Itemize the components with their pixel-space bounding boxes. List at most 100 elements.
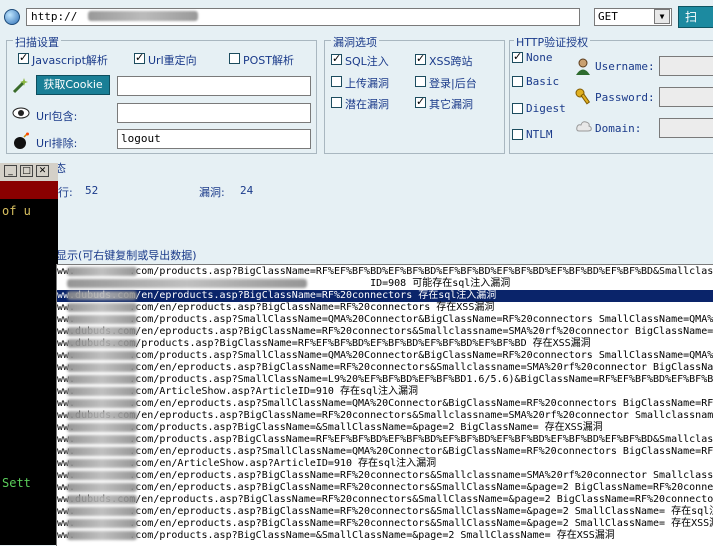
result-row-text: ww. .com/en/eproducts.asp?BigClassName=R… xyxy=(57,362,713,373)
magic-wand-icon xyxy=(12,78,28,94)
result-row[interactable]: ww. .com/en/eproducts.asp?BigClassName=R… xyxy=(57,518,713,530)
auth-digest-label: Digest xyxy=(526,102,566,115)
console-titlebar[interactable]: _ □ ✕ xyxy=(0,163,58,182)
login-checkbox[interactable] xyxy=(415,76,426,87)
result-row[interactable]: ww. .com/en/eproducts.asp?BigClassName=R… xyxy=(57,362,713,374)
result-row-text: ww. .com/en/eproducts.asp?BigClassName=R… xyxy=(57,470,713,481)
result-row[interactable]: ww. .com/ArticleShow.asp?ArticleID=910 存… xyxy=(57,386,713,398)
username-label: Username: xyxy=(595,60,655,73)
auth-basic-checkbox[interactable] xyxy=(512,76,523,87)
result-row[interactable]: ww.dubuds.com/en/eproducts.asp?BigClassN… xyxy=(57,326,713,338)
result-row[interactable]: ww. .com/products.asp?BigClassName=&Smal… xyxy=(57,422,713,434)
xss-checkbox[interactable] xyxy=(415,52,426,65)
redacted-domain xyxy=(67,387,137,396)
console-text-2: Sett xyxy=(2,476,31,490)
auth-none-label: None xyxy=(526,51,553,64)
result-row[interactable]: ww. .com/products.asp?BigClassName=RF%EF… xyxy=(57,434,713,446)
console-text-1: of u xyxy=(2,204,31,218)
result-row[interactable]: ID=908 可能存在sql注入漏洞 xyxy=(57,278,713,290)
result-row[interactable]: ww. .com/en/eproducts.asp?SmallClassName… xyxy=(57,446,713,458)
latent-checkbox[interactable] xyxy=(331,97,342,108)
vuln-options-legend: 漏洞选项 xyxy=(331,34,379,50)
key-icon xyxy=(575,88,591,105)
scan-settings-legend: 扫描设置 xyxy=(13,34,61,50)
url-redirect-label: Url重定向 xyxy=(148,54,197,67)
result-row-text: ww.dubuds.com/en/eproducts.asp?BigClassN… xyxy=(57,326,713,337)
vulns-label: 漏洞: xyxy=(199,186,225,199)
redacted-domain xyxy=(67,327,137,336)
redacted-domain xyxy=(67,423,137,432)
redacted-domain xyxy=(67,351,137,360)
password-input[interactable] xyxy=(659,87,713,107)
result-row-text: ww. .com/en/eproducts.asp?BigClassName=R… xyxy=(57,518,713,529)
result-row[interactable]: ww. .com/en/eproducts.asp?BigClassName=R… xyxy=(57,302,713,314)
post-parse-checkbox[interactable] xyxy=(229,53,240,64)
redacted-domain xyxy=(67,303,137,312)
result-row[interactable]: ww. .com/products.asp?BigClassName=RF%EF… xyxy=(57,266,713,278)
result-row[interactable]: ww.dubuds.com/en/eproducts.asp?BigClassN… xyxy=(57,494,713,506)
auth-none-checkbox[interactable] xyxy=(512,50,523,63)
domain-input[interactable] xyxy=(659,118,713,138)
result-row[interactable]: ww. .com/en/eproducts.asp?BigClassName=R… xyxy=(57,506,713,518)
result-row[interactable]: ww. .com/products.asp?SmallClassName=QMA… xyxy=(57,314,713,326)
close-icon[interactable]: ✕ xyxy=(36,165,49,177)
result-row[interactable]: ww.dubuds.com/en/eproducts.asp?BigClassN… xyxy=(57,290,713,302)
result-row[interactable]: ww.dubuds.com/products.asp?BigClassName=… xyxy=(57,338,713,350)
result-row-text: ww. .com/en/eproducts.asp?SmallClassName… xyxy=(57,398,713,409)
result-row[interactable]: ww. .com/en/eproducts.asp?BigClassName=R… xyxy=(57,470,713,482)
auth-digest-checkbox[interactable] xyxy=(512,103,523,114)
redacted-domain xyxy=(67,519,137,528)
redacted-domain xyxy=(67,375,137,384)
redacted-domain xyxy=(67,483,137,492)
result-row[interactable]: ww.dubuds.com/en/eproducts.asp?BigClassN… xyxy=(57,410,713,422)
result-row-text: ww. .com/en/eproducts.asp?BigClassName=R… xyxy=(57,506,713,517)
get-cookie-button[interactable]: 获取Cookie xyxy=(36,75,110,95)
result-row-text: ww. .com/products.asp?SmallClassName=QMA… xyxy=(57,350,713,361)
password-label: Password: xyxy=(595,91,655,104)
redacted-domain xyxy=(67,267,137,276)
result-row-text: ww. .com/products.asp?BigClassName=RF%EF… xyxy=(57,266,713,277)
result-row[interactable]: ww. .com/products.asp?BigClassName=&Smal… xyxy=(57,530,713,542)
redacted-domain xyxy=(67,279,307,288)
redacted-domain xyxy=(67,399,137,408)
maximize-icon[interactable]: □ xyxy=(20,165,33,177)
url-redirect-checkbox[interactable] xyxy=(134,51,145,64)
redacted-domain xyxy=(67,531,137,540)
username-input[interactable] xyxy=(659,56,713,76)
result-row[interactable]: ww. .com/products.asp?SmallClassName=L9%… xyxy=(57,374,713,386)
redacted-domain xyxy=(67,507,137,516)
result-row-text: ww. .com/en/eproducts.asp?BigClassName=R… xyxy=(57,482,713,493)
result-row[interactable]: ww. .com/en/eproducts.asp?SmallClassName… xyxy=(57,398,713,410)
results-hint: 显示(可右键复制或导出数据) xyxy=(56,249,197,262)
redacted-domain xyxy=(67,291,137,300)
result-row[interactable]: ww. .com/en/eproducts.asp?BigClassName=R… xyxy=(57,482,713,494)
auth-basic-label: Basic xyxy=(526,75,560,88)
result-row-text: ww. .com/products.asp?SmallClassName=QMA… xyxy=(57,314,713,325)
chevron-down-icon[interactable]: ▼ xyxy=(654,9,670,24)
login-label: 登录|后台 xyxy=(429,77,477,90)
minimize-icon[interactable]: _ xyxy=(4,165,17,177)
url-include-input[interactable] xyxy=(117,103,311,123)
url-include-label: Url包含: xyxy=(36,110,78,123)
result-row[interactable]: ww. .com/en/ArticleShow.asp?ArticleID=91… xyxy=(57,458,713,470)
result-list[interactable]: ww. .com/products.asp?BigClassName=RF%EF… xyxy=(56,264,713,546)
redacted-domain xyxy=(67,495,137,504)
domain-label: Domain: xyxy=(595,122,642,135)
console-red-bar xyxy=(0,181,58,199)
result-row[interactable]: ww. .com/products.asp?SmallClassName=QMA… xyxy=(57,350,713,362)
upload-checkbox[interactable] xyxy=(331,76,342,87)
js-parse-label: Javascript解析 xyxy=(32,54,108,67)
cookie-input[interactable] xyxy=(117,76,311,96)
auth-ntlm-checkbox[interactable] xyxy=(512,129,523,140)
latent-label: 潜在漏洞 xyxy=(345,98,389,111)
result-row-text: ww. .com/products.asp?BigClassName=RF%EF… xyxy=(57,434,713,445)
sql-label: SQL注入 xyxy=(345,55,389,68)
other-label: 其它漏洞 xyxy=(429,98,473,111)
sql-checkbox[interactable] xyxy=(331,52,342,65)
result-row-text: ww.dubuds.com/en/eproducts.asp?BigClassN… xyxy=(57,494,713,505)
js-parse-checkbox[interactable] xyxy=(18,51,29,64)
other-checkbox[interactable] xyxy=(415,95,426,108)
url-exclude-input[interactable]: logout xyxy=(117,129,311,149)
redacted-domain xyxy=(67,339,137,348)
scan-button[interactable]: 扫 xyxy=(678,6,713,28)
